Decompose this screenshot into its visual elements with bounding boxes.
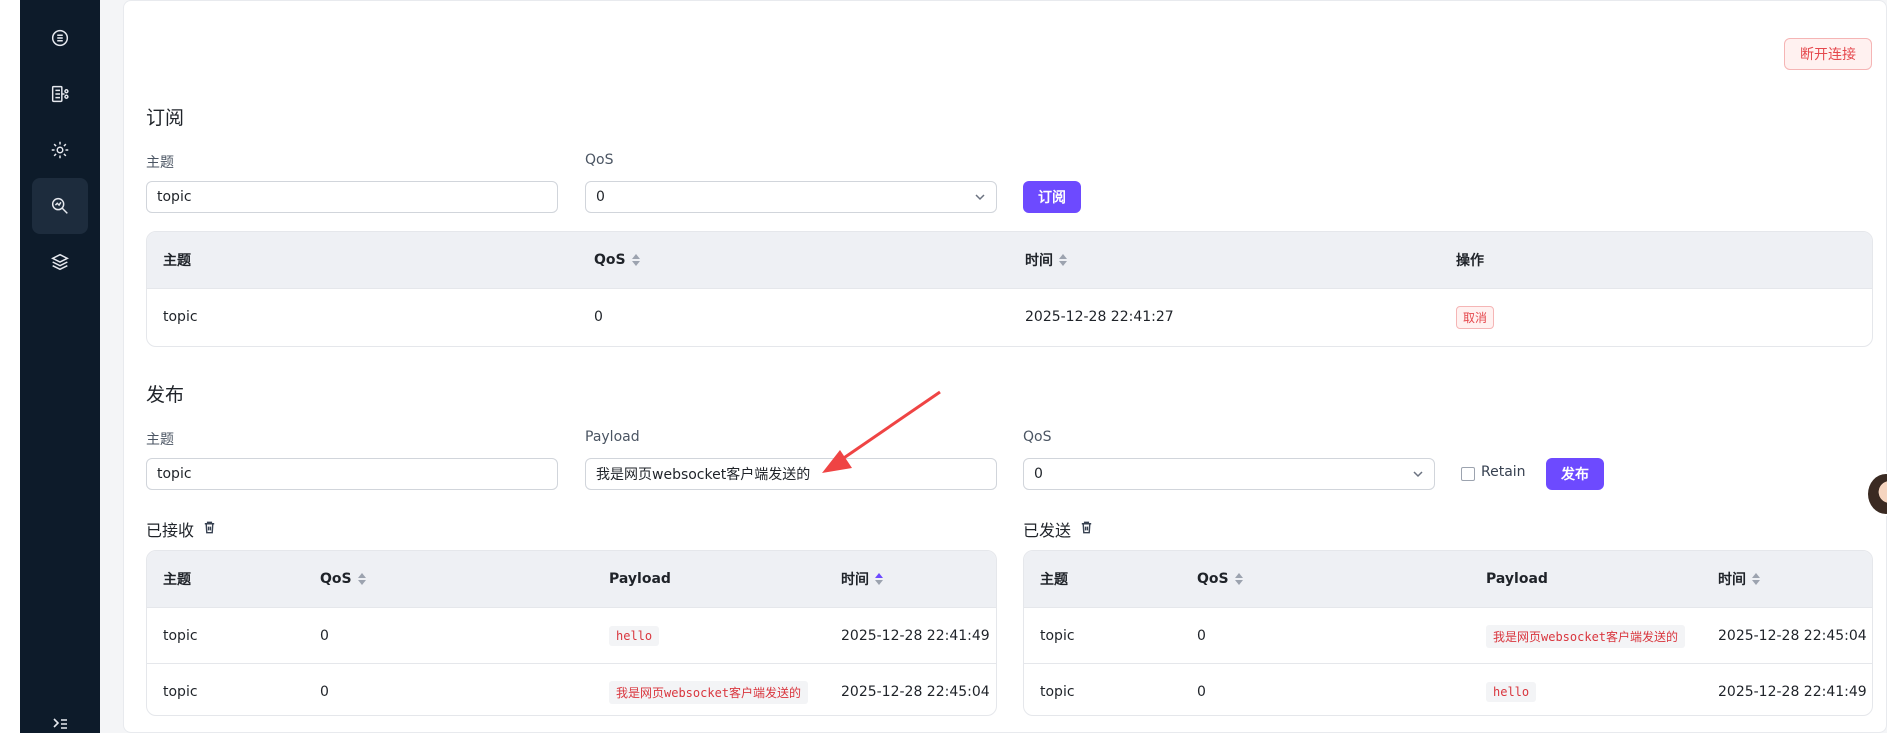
cell-qos: 0 bbox=[1197, 628, 1206, 644]
payload-value: 我是网页websocket客户端发送的 bbox=[596, 467, 811, 483]
chevron-down-icon bbox=[974, 191, 986, 203]
subscribe-topic-input[interactable]: topic bbox=[146, 181, 558, 213]
cell-qos: 0 bbox=[320, 628, 329, 644]
sort-icon bbox=[1752, 573, 1760, 585]
dashboard-icon bbox=[51, 29, 69, 47]
cell-payload: 我是网页websocket客户端发送的 bbox=[1486, 608, 1686, 664]
payload-code: hello bbox=[1486, 682, 1537, 702]
cell-time: 2025-12-28 22:45:04 bbox=[841, 684, 990, 700]
table-row: topic 0 hello 2025-12-28 22:41:49 bbox=[147, 607, 996, 664]
col-header-qos[interactable]: QoS bbox=[594, 232, 640, 288]
sidebar bbox=[20, 0, 100, 733]
publish-qos-label: QoS bbox=[1023, 429, 1052, 445]
sort-icon bbox=[631, 254, 640, 266]
subscribe-title: 订阅 bbox=[146, 107, 185, 129]
col-header-payload: Payload bbox=[609, 571, 671, 587]
table-row: topic 0 hello 2025-12-28 22:41:49 bbox=[1024, 663, 1872, 715]
sidebar-item-topology[interactable] bbox=[32, 66, 88, 122]
cell-topic: topic bbox=[163, 309, 198, 325]
sent-table-header: 主题 QoS Payload 时间 bbox=[1024, 551, 1872, 607]
subscriptions-table: 主题 QoS 时间 操作 topic 0 2025-12-28 22:41:27… bbox=[146, 231, 1873, 347]
received-title: 已接收 bbox=[146, 517, 217, 541]
chevron-down-icon bbox=[1412, 468, 1424, 480]
received-table: 主题 QoS Payload 时间 topic 0 hello 2025-12-… bbox=[146, 550, 997, 716]
sort-icon bbox=[1234, 573, 1243, 585]
trash-icon[interactable] bbox=[1079, 520, 1094, 539]
payload-code: 我是网页websocket客户端发送的 bbox=[1486, 624, 1686, 648]
retain-label[interactable]: Retain bbox=[1481, 464, 1526, 480]
cell-payload: hello bbox=[1486, 664, 1537, 715]
unsubscribe-button[interactable]: 取消 bbox=[1456, 305, 1495, 329]
websocket-test-icon bbox=[51, 197, 68, 214]
settings-icon bbox=[51, 141, 69, 159]
collapse-sidebar-icon[interactable] bbox=[48, 716, 72, 733]
cell-qos: 0 bbox=[594, 309, 603, 325]
trash-icon[interactable] bbox=[202, 520, 217, 539]
subscribe-qos-label: QoS bbox=[585, 152, 614, 168]
payload-input[interactable]: 我是网页websocket客户端发送的 bbox=[585, 458, 997, 490]
table-row: topic 0 2025-12-28 22:41:27 取消 bbox=[147, 288, 1872, 345]
col-header-time[interactable]: 时间 bbox=[1025, 232, 1067, 288]
col-header-action: 操作 bbox=[1456, 253, 1484, 269]
topology-icon bbox=[51, 85, 69, 103]
cell-topic: topic bbox=[1040, 684, 1075, 700]
cell-action: 取消 bbox=[1456, 289, 1495, 345]
subscribe-topic-label: 主题 bbox=[146, 155, 174, 171]
sent-table: 主题 QoS Payload 时间 topic 0 我是网页websocket客… bbox=[1023, 550, 1873, 716]
payload-code: 我是网页websocket客户端发送的 bbox=[609, 680, 809, 704]
main-content: 断开连接 订阅 主题 topic QoS 0 订阅 主题 QoS 时间 操作 t… bbox=[123, 0, 1887, 733]
sidebar-item-layers[interactable] bbox=[32, 234, 88, 290]
cell-time: 2025-12-28 22:41:49 bbox=[1718, 684, 1867, 700]
layers-icon bbox=[51, 253, 69, 271]
subscribe-qos-select[interactable]: 0 bbox=[585, 181, 997, 213]
payload-code: hello bbox=[609, 626, 660, 646]
col-header-topic: 主题 bbox=[163, 572, 191, 588]
cell-topic: topic bbox=[163, 684, 198, 700]
cell-payload: hello bbox=[609, 608, 660, 664]
cell-qos: 0 bbox=[1197, 684, 1206, 700]
cell-qos: 0 bbox=[320, 684, 329, 700]
subscribe-button[interactable]: 订阅 bbox=[1023, 181, 1081, 213]
sidebar-item-websocket-test[interactable] bbox=[32, 178, 88, 234]
col-header-qos[interactable]: QoS bbox=[320, 551, 366, 607]
col-header-time[interactable]: 时间 bbox=[1718, 551, 1760, 607]
col-header-topic: 主题 bbox=[1040, 572, 1068, 588]
cell-topic: topic bbox=[163, 628, 198, 644]
disconnect-button[interactable]: 断开连接 bbox=[1784, 38, 1872, 70]
publish-title: 发布 bbox=[146, 384, 185, 406]
sent-title: 已发送 bbox=[1023, 517, 1094, 541]
subscribe-topic-value: topic bbox=[157, 189, 192, 205]
publish-qos-value: 0 bbox=[1034, 466, 1043, 482]
col-header-topic: 主题 bbox=[163, 253, 191, 269]
publish-qos-select[interactable]: 0 bbox=[1023, 458, 1435, 490]
cell-payload: 我是网页websocket客户端发送的 bbox=[609, 664, 809, 715]
cell-time: 2025-12-28 22:45:04 bbox=[1718, 628, 1867, 644]
left-gutter bbox=[0, 0, 20, 733]
sent-title-text: 已发送 bbox=[1023, 521, 1072, 540]
col-header-qos[interactable]: QoS bbox=[1197, 551, 1243, 607]
col-header-payload: Payload bbox=[1486, 571, 1548, 587]
cell-topic: topic bbox=[1040, 628, 1075, 644]
sort-icon bbox=[1059, 254, 1067, 266]
table-row: topic 0 我是网页websocket客户端发送的 2025-12-28 2… bbox=[147, 663, 996, 715]
table-row: topic 0 我是网页websocket客户端发送的 2025-12-28 2… bbox=[1024, 607, 1872, 664]
sidebar-item-settings[interactable] bbox=[32, 122, 88, 178]
received-title-text: 已接收 bbox=[146, 521, 195, 540]
subscriptions-table-header: 主题 QoS 时间 操作 bbox=[147, 232, 1872, 288]
publish-topic-input[interactable]: topic bbox=[146, 458, 558, 490]
publish-topic-value: topic bbox=[157, 466, 192, 482]
received-table-header: 主题 QoS Payload 时间 bbox=[147, 551, 996, 607]
cell-time: 2025-12-28 22:41:49 bbox=[841, 628, 990, 644]
retain-checkbox[interactable] bbox=[1461, 467, 1475, 481]
publish-button[interactable]: 发布 bbox=[1546, 458, 1604, 490]
app-root: 断开连接 订阅 主题 topic QoS 0 订阅 主题 QoS 时间 操作 t… bbox=[0, 0, 1887, 733]
publish-topic-label: 主题 bbox=[146, 432, 174, 448]
cell-time: 2025-12-28 22:41:27 bbox=[1025, 309, 1174, 325]
subscribe-qos-value: 0 bbox=[596, 189, 605, 205]
payload-label: Payload bbox=[585, 429, 640, 445]
col-header-time[interactable]: 时间 bbox=[841, 551, 883, 607]
sidebar-item-dashboard[interactable] bbox=[32, 10, 88, 66]
sort-icon bbox=[875, 573, 883, 585]
sort-icon bbox=[357, 573, 366, 585]
